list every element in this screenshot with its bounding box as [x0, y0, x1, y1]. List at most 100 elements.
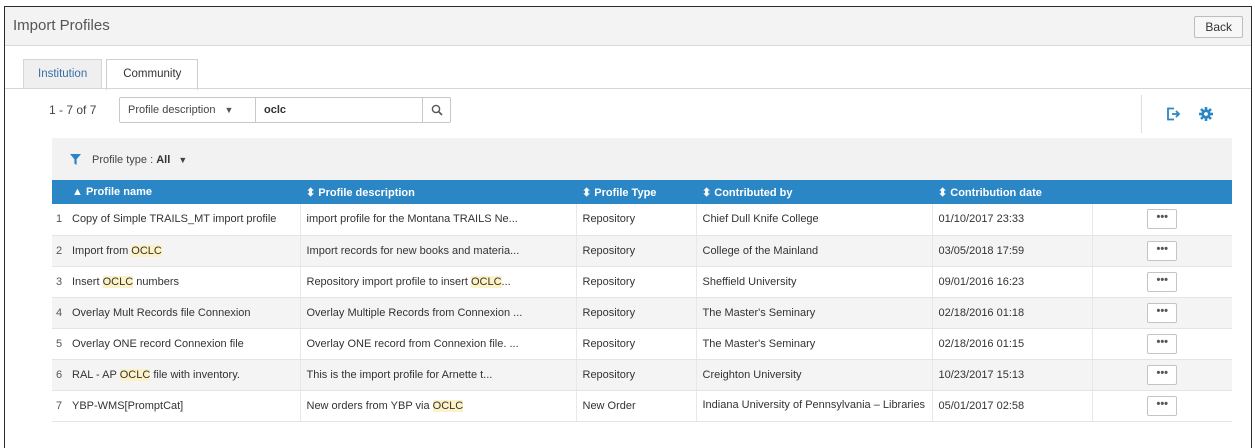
column-header-profile-description[interactable]: ⬍ Profile description [300, 180, 576, 204]
text-segment: YBP-WMS[PromptCat] [72, 399, 184, 412]
export-icon[interactable] [1165, 106, 1181, 122]
table-row[interactable]: 2 Import from OCLC Import records for new … [52, 235, 1232, 267]
profile-description-cell: Import records for new books and materia… [300, 235, 577, 267]
search-highlight: OCLC [119, 368, 151, 381]
tab-community[interactable]: Community [106, 59, 199, 90]
contributed-by-cell: The Master's Seminary [696, 297, 933, 329]
back-button[interactable]: Back [1194, 16, 1243, 38]
text-segment: New orders from YBP via [306, 399, 433, 412]
table-row[interactable]: 1 Copy of Simple TRAILS_MT import profile… [52, 204, 1232, 236]
row-actions-button[interactable]: ••• [1147, 364, 1178, 385]
table-row[interactable]: 6 RAL - AP OCLC file with inventory. This … [52, 359, 1232, 391]
toolbar-divider [1141, 95, 1142, 133]
contribution-date-cell: 02/18/2016 01:18 [932, 297, 1093, 329]
profile-name-cell: Overlay Mult Records file Connexion [66, 297, 301, 329]
text-segment: Import from [72, 244, 132, 257]
row-actions-cell: ••• [1092, 390, 1232, 422]
chevron-down-icon: ▼ [224, 105, 234, 115]
row-actions-button[interactable]: ••• [1147, 395, 1178, 416]
row-actions-button[interactable]: ••• [1147, 240, 1178, 261]
text-segment: Overlay ONE record from Connexion file. … [306, 337, 519, 350]
contribution-date-cell: 05/01/2017 02:58 [932, 390, 1093, 422]
profile-description-cell: This is the import profile for Arnette t… [300, 359, 577, 391]
contributed-by-cell: Chief Dull Knife College [696, 204, 933, 236]
results-count: 1 - 7 of 7 [49, 103, 97, 117]
text-segment: Overlay Multiple Records from Connexion … [306, 306, 523, 319]
column-header-index [52, 180, 66, 204]
profile-name-cell: Copy of Simple TRAILS_MT import profile [66, 204, 301, 236]
tabs-divider [5, 88, 1251, 89]
contributed-by-cell: College of the Mainland [696, 235, 933, 267]
profile-name-cell: Overlay ONE record Connexion file [66, 328, 301, 360]
text-segment: Import records for new books and materia… [306, 244, 520, 257]
row-actions-button[interactable]: ••• [1147, 333, 1178, 354]
filter-value: All [156, 154, 171, 166]
row-actions-cell: ••• [1092, 204, 1232, 236]
row-number: 3 [52, 266, 66, 298]
profiles-table: ▲ Profile name ⬍ Profile description ⬍ P… [52, 180, 1232, 422]
table-body: 1 Copy of Simple TRAILS_MT import profile… [52, 204, 1232, 422]
profile-name-cell: Insert OCLC numbers [66, 266, 301, 298]
row-number: 5 [52, 328, 66, 360]
text-segment: ... [501, 275, 511, 288]
profile-type-cell: Repository [576, 266, 697, 298]
table-row[interactable]: 5 Overlay ONE record Connexion file Overla… [52, 328, 1232, 360]
contribution-date-cell: 09/01/2016 16:23 [932, 266, 1093, 298]
text-segment: This is the import profile for Arnette t… [306, 368, 493, 381]
row-actions-button[interactable]: ••• [1147, 271, 1178, 292]
page-title: Import Profiles [13, 17, 110, 34]
row-number: 4 [52, 297, 66, 329]
row-actions-cell: ••• [1092, 266, 1232, 298]
page-header: Import Profiles Back [5, 7, 1251, 46]
profile-description-cell: Overlay ONE record from Connexion file. … [300, 328, 577, 360]
text-segment: Overlay ONE record Connexion file [72, 337, 244, 350]
row-number: 7 [52, 390, 66, 422]
contributed-by-cell: The Master's Seminary [696, 328, 933, 360]
text-segment: import profile for the Montana TRAILS Ne… [306, 213, 518, 226]
column-header-profile-type[interactable]: ⬍ Profile Type [576, 180, 696, 204]
row-actions-cell: ••• [1092, 297, 1232, 329]
contribution-date-cell: 03/05/2018 17:59 [932, 235, 1093, 267]
row-actions-button[interactable]: ••• [1147, 209, 1178, 230]
search-highlight: OCLC [102, 275, 134, 288]
profile-name-cell: Import from OCLC [66, 235, 301, 267]
profile-description-cell: New orders from YBP via OCLC [300, 390, 577, 422]
profile-type-cell: Repository [576, 297, 697, 329]
profile-type-cell: New Order [576, 390, 697, 422]
table-row[interactable]: 3 Insert OCLC numbers Repository import pr… [52, 266, 1232, 298]
text-segment: Overlay Mult Records file Connexion [72, 306, 251, 319]
row-actions-cell: ••• [1092, 235, 1232, 267]
column-header-contributed-by[interactable]: ⬍ Contributed by [696, 180, 932, 204]
row-number: 1 [52, 204, 66, 236]
search-highlight: OCLC [131, 244, 162, 257]
profile-type-cell: Repository [576, 328, 697, 360]
gear-icon[interactable] [1198, 106, 1214, 122]
chevron-down-icon: ▼ [178, 155, 188, 165]
text-segment: numbers [133, 275, 179, 288]
contributed-by-cell: Indiana University of Pennsylvania – Lib… [696, 390, 933, 422]
import-profiles-window: Import Profiles Back Institution Communi… [4, 6, 1252, 448]
search-group: Profile description ▼ oclc [119, 97, 451, 123]
table-row[interactable]: 7 YBP-WMS[PromptCat] New orders from YBP v… [52, 390, 1232, 422]
filter-label: Profile type : [92, 154, 154, 166]
contribution-date-cell: 01/10/2017 23:33 [932, 204, 1093, 236]
row-number: 6 [52, 359, 66, 391]
text-segment: Copy of Simple TRAILS_MT import profile [72, 213, 277, 226]
contributed-by-cell: Sheffield University [696, 266, 933, 298]
profile-name-cell: YBP-WMS[PromptCat] [66, 390, 301, 422]
text-segment: file with inventory. [150, 368, 240, 381]
profile-type-filter[interactable]: Profile type : All ▼ [92, 154, 187, 166]
profile-type-cell: Repository [576, 204, 697, 236]
search-scope-dropdown[interactable]: Profile description ▼ [120, 98, 256, 122]
search-highlight: OCLC [432, 399, 464, 412]
column-header-contribution-date[interactable]: ⬍ Contribution date [932, 180, 1092, 204]
profile-name-cell: RAL - AP OCLC file with inventory. [66, 359, 301, 391]
search-button[interactable] [422, 98, 450, 122]
contribution-date-cell: 10/23/2017 15:13 [932, 359, 1093, 391]
search-input[interactable]: oclc [256, 98, 422, 122]
tab-institution[interactable]: Institution [23, 59, 103, 89]
column-header-profile-name[interactable]: ▲ Profile name [66, 180, 300, 204]
table-row[interactable]: 4 Overlay Mult Records file Connexion Over… [52, 297, 1232, 329]
table-header-row: ▲ Profile name ⬍ Profile description ⬍ P… [52, 180, 1232, 204]
row-actions-button[interactable]: ••• [1147, 302, 1178, 323]
